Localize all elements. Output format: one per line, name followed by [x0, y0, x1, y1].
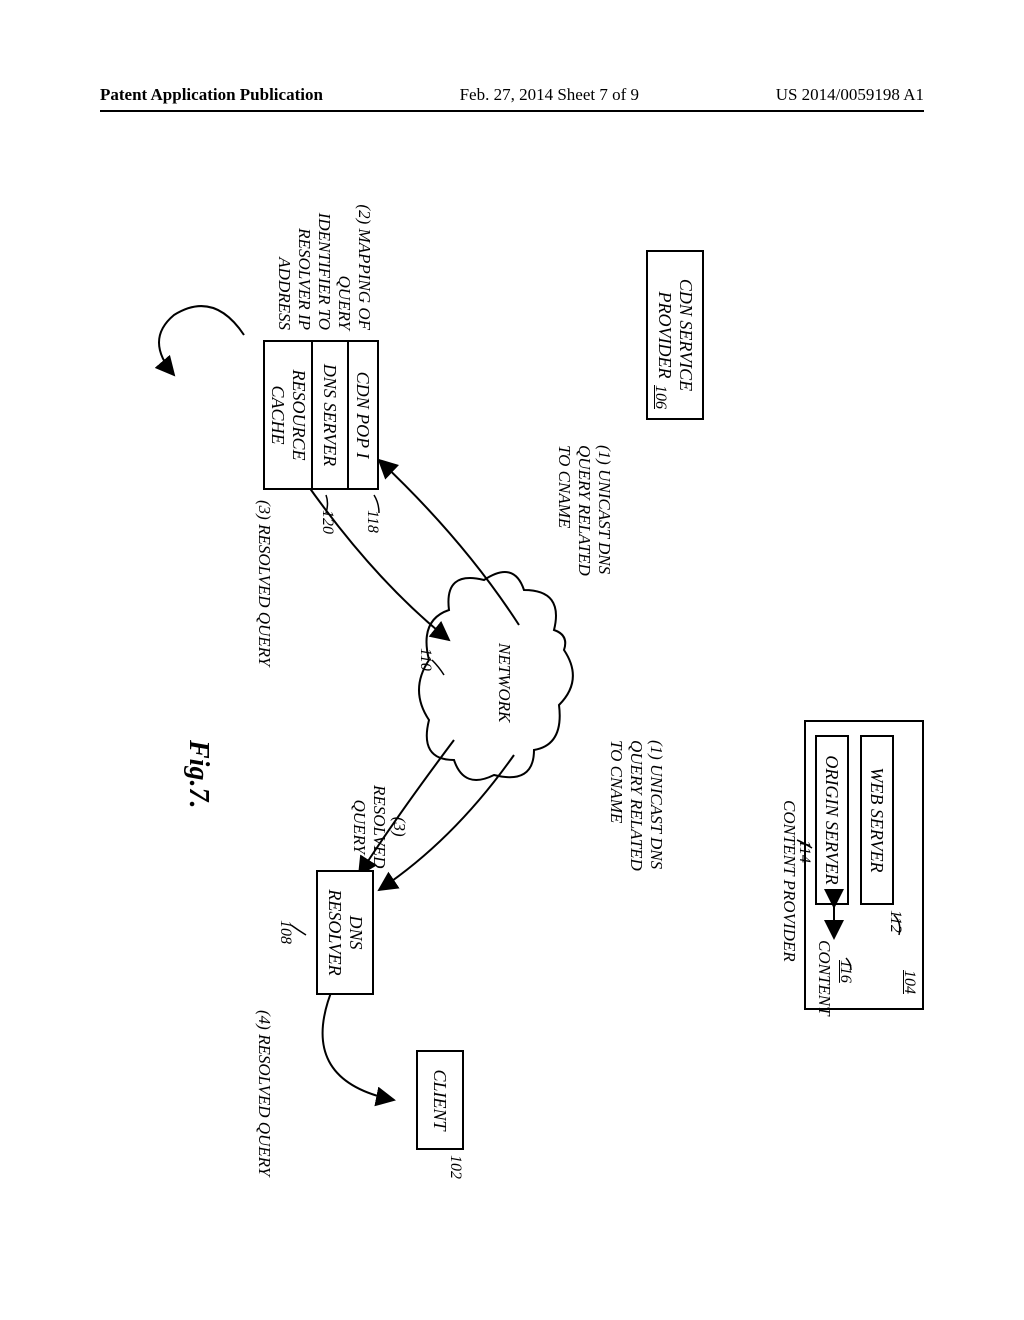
- network-ref: 110: [416, 648, 434, 671]
- dns-resolver-box: DNS RESOLVER: [316, 870, 374, 995]
- client-label: CLIENT: [430, 1069, 451, 1130]
- header-rule: [100, 110, 924, 112]
- header-publication: Patent Application Publication: [100, 85, 323, 105]
- cdn-pop-dns-ref: 120: [318, 510, 336, 534]
- network-label: NETWORK: [494, 643, 514, 722]
- dns-resolver-ref: 108: [276, 920, 294, 944]
- header-date-sheet: Feb. 27, 2014 Sheet 7 of 9: [460, 85, 639, 105]
- cdn-pop-cache-label2: CACHE: [267, 385, 288, 444]
- header-patent-number: US 2014/0059198 A1: [776, 85, 924, 105]
- flow-step2: (2) MAPPING OF QUERY IDENTIFIER TO RESOL…: [274, 190, 374, 330]
- client-ref: 102: [446, 1155, 464, 1179]
- figure-caption: Fig.7.: [182, 740, 214, 808]
- cdn-pop-box: CDN POP I: [349, 340, 379, 490]
- cdn-pop-cache-label1: RESOURCE: [288, 370, 309, 461]
- dns-resolver-label2: RESOLVER: [324, 889, 345, 975]
- cdn-pop-dns-label: DNS SERVER: [320, 364, 341, 466]
- dns-resolver-label1: DNS: [345, 915, 366, 949]
- flow-step3-right: (3) RESOLVED QUERY: [349, 785, 409, 868]
- figure-diagram: 104 CONTENT PROVIDER WEB SERVER 112 ORIG…: [2, 268, 1022, 1112]
- flow-step3-left: (3) RESOLVED QUERY: [254, 500, 274, 666]
- cdn-pop-dns-box: DNS SERVER: [311, 340, 349, 490]
- cdn-pop-label: CDN POP I: [353, 372, 374, 459]
- cdn-pop-ref: 118: [363, 510, 381, 533]
- cdn-pop-cache-box: RESOURCE CACHE: [263, 340, 311, 490]
- flow-step1-left: (1) UNICAST DNS QUERY RELATED TO CNAME: [554, 445, 614, 576]
- flow-step1-right: (1) UNICAST DNS QUERY RELATED TO CNAME: [606, 740, 666, 871]
- flow-step4: (4) RESOLVED QUERY: [254, 1010, 274, 1176]
- client-box: CLIENT: [416, 1050, 464, 1150]
